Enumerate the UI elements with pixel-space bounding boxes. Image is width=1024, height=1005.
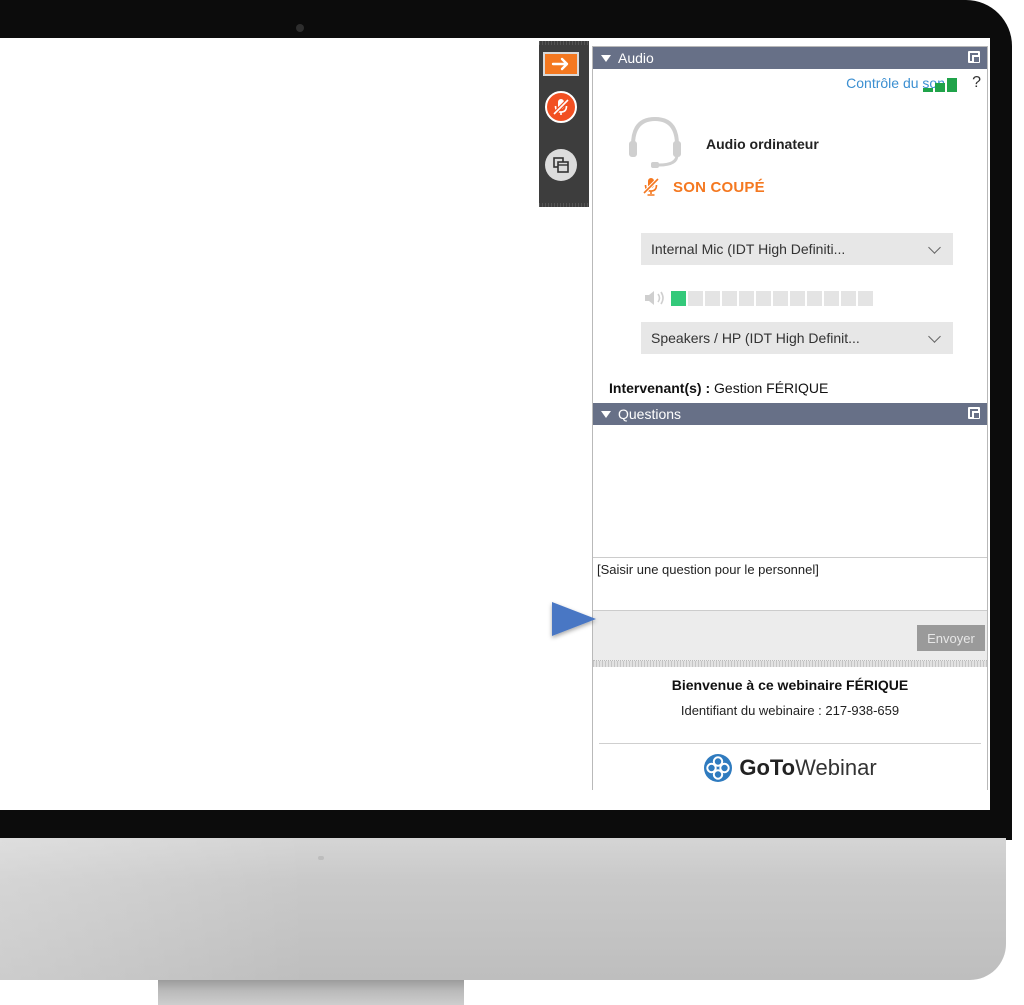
microphone-select[interactable]: Internal Mic (IDT High Definiti... bbox=[641, 233, 953, 265]
muted-microphone-icon bbox=[643, 177, 659, 196]
control-panel: Audio Contrôle du son ? Audio ordinateur… bbox=[592, 46, 988, 800]
chin-dot bbox=[318, 856, 324, 860]
questions-panel-header[interactable]: Questions bbox=[593, 403, 987, 425]
speaker-icon bbox=[645, 291, 664, 305]
callout-arrow bbox=[441, 602, 596, 636]
chin-reflection bbox=[0, 838, 310, 980]
level-segment bbox=[705, 290, 720, 306]
level-segment bbox=[858, 290, 873, 306]
muted-microphone-icon[interactable] bbox=[545, 91, 577, 123]
welcome-section: Bienvenue à ce webinaire FÉRIQUE Identif… bbox=[593, 667, 987, 800]
screen-share-icon[interactable] bbox=[545, 149, 577, 181]
gotowebinar-logo: GoTo Webinar bbox=[593, 753, 987, 783]
level-segment bbox=[688, 290, 703, 306]
level-segment bbox=[739, 290, 754, 306]
arrow-right-icon[interactable] bbox=[543, 52, 579, 76]
questions-log[interactable] bbox=[593, 425, 987, 557]
send-button[interactable]: Envoyer bbox=[917, 625, 985, 651]
level-segment bbox=[756, 290, 771, 306]
muted-label: SON COUPÉ bbox=[673, 178, 765, 196]
brand-goto: GoTo bbox=[739, 755, 796, 780]
questions-panel-title: Questions bbox=[618, 406, 682, 422]
microphone-select-value: Internal Mic (IDT High Definiti... bbox=[651, 241, 846, 257]
webinar-id: Identifiant du webinaire : 217-938-659 bbox=[680, 703, 900, 718]
audio-panel-body: Contrôle du son ? Audio ordinateur SON C… bbox=[593, 69, 987, 403]
chevron-down-icon bbox=[928, 241, 941, 254]
speaker-select-value: Speakers / HP (IDT High Definit... bbox=[651, 330, 860, 346]
presenters-value: Gestion FÉRIQUE bbox=[714, 380, 829, 396]
muted-status[interactable]: SON COUPÉ bbox=[643, 177, 765, 197]
question-input[interactable]: [Saisir une question pour le personnel] bbox=[593, 557, 987, 611]
toolbar-grip-top[interactable] bbox=[539, 41, 589, 45]
level-segment bbox=[722, 290, 737, 306]
monitor-stand bbox=[158, 980, 464, 1005]
computer-audio-label: Audio ordinateur bbox=[706, 136, 819, 152]
signal-strength-icon bbox=[919, 78, 959, 92]
audio-panel-title: Audio bbox=[618, 50, 654, 66]
level-segment bbox=[807, 290, 822, 306]
level-segments bbox=[671, 290, 875, 306]
popout-icon[interactable] bbox=[968, 51, 980, 63]
gotowebinar-toolbar bbox=[539, 41, 589, 207]
popout-icon[interactable] bbox=[968, 407, 980, 419]
footer-divider bbox=[599, 743, 981, 744]
collapse-triangle-icon[interactable] bbox=[601, 54, 611, 62]
level-segment bbox=[841, 290, 856, 306]
welcome-title: Bienvenue à ce webinaire FÉRIQUE bbox=[671, 677, 909, 693]
level-segment bbox=[671, 290, 686, 306]
presenters-label: Intervenant(s) : bbox=[609, 380, 711, 396]
chevron-down-icon bbox=[928, 330, 941, 343]
speaker-level-meter bbox=[643, 289, 875, 307]
help-button[interactable]: ? bbox=[972, 74, 981, 92]
screen: Audio Contrôle du son ? Audio ordinateur… bbox=[0, 38, 990, 810]
camera-icon bbox=[296, 24, 304, 32]
send-area: Envoyer bbox=[593, 611, 987, 661]
level-segment bbox=[824, 290, 839, 306]
brand-webinar: Webinar bbox=[795, 755, 877, 780]
speaker-select[interactable]: Speakers / HP (IDT High Definit... bbox=[641, 322, 953, 354]
presenters-row: Intervenant(s) : Gestion FÉRIQUE bbox=[609, 380, 828, 396]
monitor-chin bbox=[0, 838, 1006, 980]
stage: Audio Contrôle du son ? Audio ordinateur… bbox=[0, 0, 1024, 1005]
level-segment bbox=[773, 290, 788, 306]
toolbar-grip-bottom[interactable] bbox=[539, 203, 589, 207]
level-segment bbox=[790, 290, 805, 306]
gotowebinar-logo-icon bbox=[704, 754, 733, 782]
collapse-triangle-icon[interactable] bbox=[601, 410, 611, 418]
audio-panel-header[interactable]: Audio bbox=[593, 47, 987, 69]
headset-icon bbox=[629, 116, 681, 168]
